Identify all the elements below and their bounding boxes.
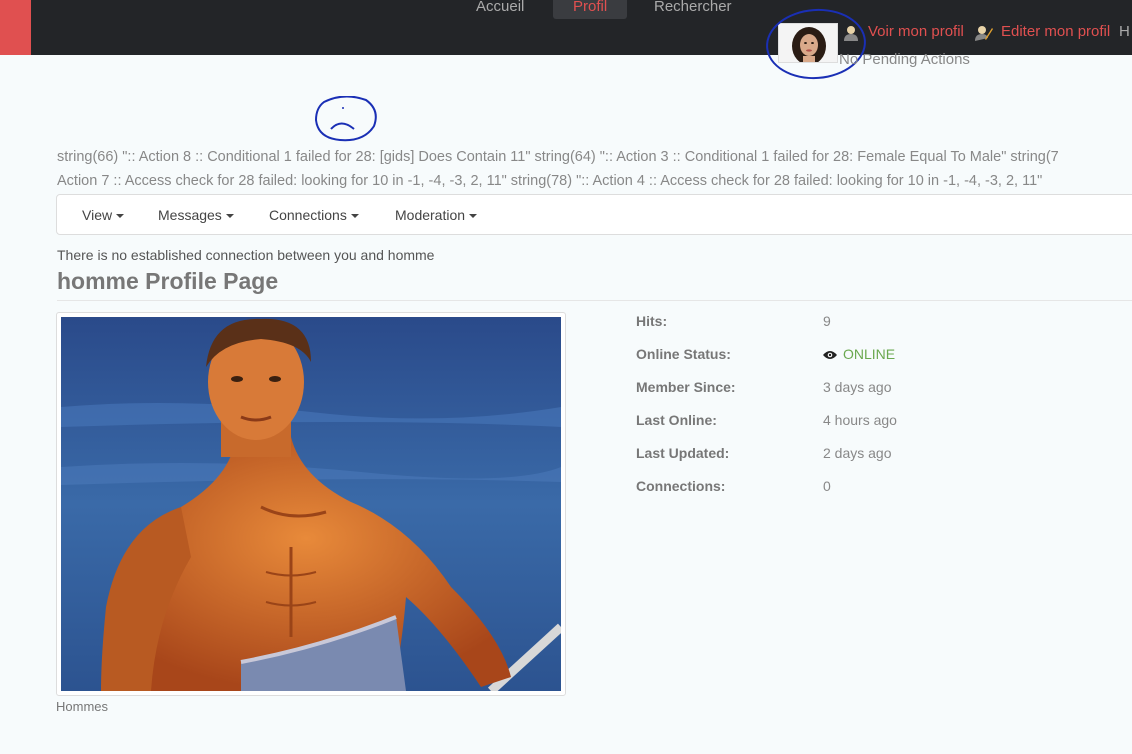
edit-profile-icon — [975, 26, 993, 41]
connections-menu-label: Connections — [269, 207, 347, 223]
caret-down-icon — [116, 214, 125, 218]
stat-value-member-since: 3 days ago — [823, 379, 892, 395]
view-menu[interactable]: View — [82, 207, 125, 223]
nav-profil[interactable]: Profil — [553, 0, 628, 19]
caret-down-icon — [469, 214, 478, 218]
stat-value-hits: 9 — [823, 313, 831, 329]
divider — [57, 300, 1132, 301]
profile-photo[interactable] — [56, 312, 566, 696]
eye-icon — [823, 351, 837, 359]
nav-accueil[interactable]: Accueil — [476, 0, 524, 19]
online-status-text: ONLINE — [843, 346, 896, 362]
pending-actions: No Pending Actions — [839, 51, 970, 68]
user-menu-overflow[interactable]: H — [1119, 22, 1130, 42]
debug-output-line: Action 7 :: Access check for 28 failed: … — [57, 173, 1043, 189]
profile-photo-image — [61, 317, 561, 691]
brand-strip — [0, 0, 31, 55]
nav-rechercher[interactable]: Rechercher — [654, 0, 732, 19]
sad-face-annotation — [314, 96, 377, 142]
stat-value-last-updated: 2 days ago — [823, 445, 892, 461]
moderation-menu[interactable]: Moderation — [395, 207, 478, 223]
moderation-menu-label: Moderation — [395, 207, 466, 223]
view-menu-label: View — [82, 207, 113, 223]
debug-output-line: string(66) ":: Action 8 :: Conditional 1… — [57, 149, 1059, 165]
view-profile-link[interactable]: Voir mon profil — [868, 22, 964, 42]
stat-value-online-status: ONLINE — [823, 346, 895, 362]
messages-menu-label: Messages — [158, 207, 222, 223]
stat-value-connections[interactable]: 0 — [823, 478, 831, 494]
stat-label-member-since: Member Since: — [636, 379, 736, 395]
messages-menu[interactable]: Messages — [158, 207, 234, 223]
stat-value-last-online: 4 hours ago — [823, 412, 897, 428]
caret-down-icon — [350, 214, 359, 218]
stat-label-last-updated: Last Updated: — [636, 445, 730, 461]
stat-label-hits: Hits: — [636, 313, 668, 329]
photo-caption: Hommes — [56, 699, 109, 714]
connection-message: There is no established connection betwe… — [57, 247, 435, 263]
caret-down-icon — [225, 214, 234, 218]
connections-menu[interactable]: Connections — [269, 207, 359, 223]
page-title: homme Profile Page — [57, 268, 279, 294]
stat-label-online-status: Online Status: — [636, 346, 731, 362]
profile-toolbar: View Messages Connections Moderation — [56, 194, 1132, 235]
edit-profile-link[interactable]: Editer mon profil — [1001, 22, 1110, 42]
stat-label-last-online: Last Online: — [636, 412, 717, 428]
stat-label-connections: Connections: — [636, 478, 726, 494]
user-icon — [844, 26, 858, 41]
